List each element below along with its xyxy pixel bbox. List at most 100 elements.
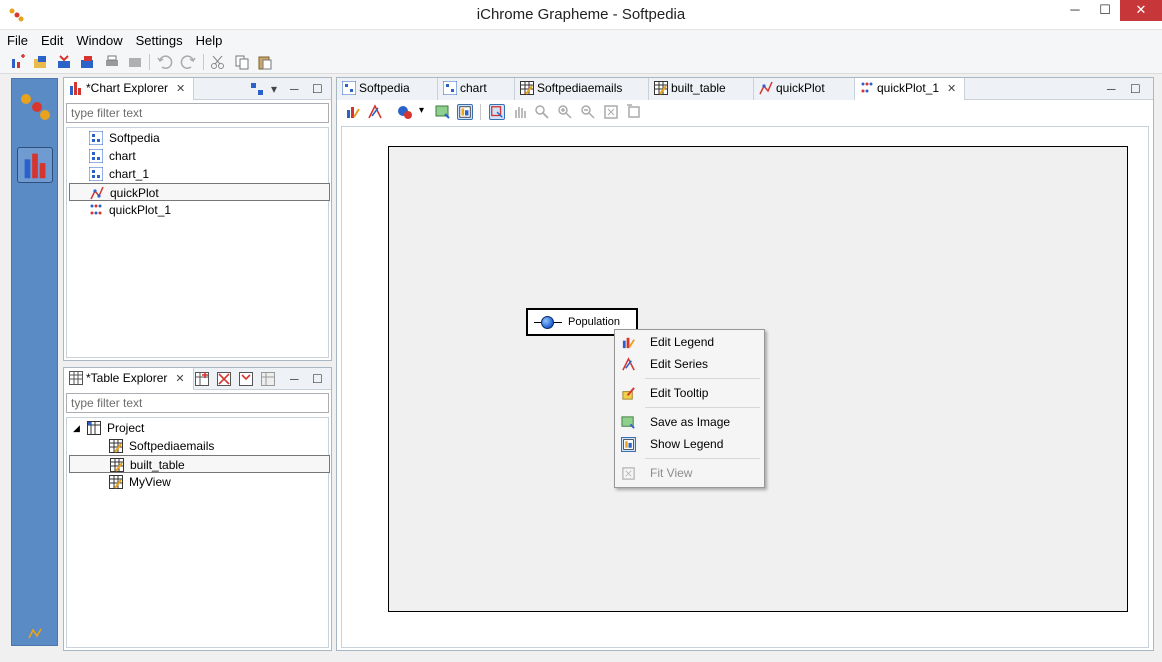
tree-item-label: built_table	[130, 458, 185, 472]
perspective-add-icon[interactable]	[28, 627, 42, 639]
cut-icon[interactable]	[210, 54, 226, 70]
tab-softpediaemails[interactable]: Softpediaemails	[515, 78, 649, 100]
context-menu: Edit Legend Edit Series Edit Tooltip Sav…	[614, 329, 765, 488]
chevron-down-icon[interactable]: ▾	[271, 82, 277, 96]
bar-chart-icon	[70, 82, 81, 95]
close-tab-icon[interactable]: ✕	[947, 83, 956, 95]
show-legend-icon	[621, 437, 636, 452]
tab-table-explorer[interactable]: *Table Explorer ✕	[64, 368, 194, 390]
minimize-button[interactable]: ─	[1060, 0, 1090, 21]
minimize-view-icon[interactable]: ─	[290, 372, 299, 386]
print-preview-icon[interactable]	[127, 54, 143, 70]
tree-item-project[interactable]: ◢ Project	[73, 419, 313, 437]
table-explorer-header: *Table Explorer ✕ ─ ☐	[64, 368, 331, 390]
delete-table-icon[interactable]	[217, 372, 231, 386]
tab-label: Softpedia	[359, 81, 410, 95]
close-tab-icon[interactable]: ✕	[175, 373, 184, 385]
import-icon[interactable]	[56, 54, 72, 70]
edit-legend-icon	[622, 337, 635, 349]
menu-settings[interactable]: Settings	[129, 30, 189, 48]
chart-item-icon	[89, 149, 103, 163]
graph-perspective-icon[interactable]	[17, 89, 53, 125]
export-icon[interactable]	[79, 54, 95, 70]
status-bar	[0, 652, 1162, 662]
minimize-editor-icon[interactable]: ─	[1107, 82, 1116, 96]
close-button[interactable]: ✕	[1120, 0, 1162, 21]
maximize-view-icon[interactable]: ☐	[312, 82, 323, 96]
table-item-icon	[109, 439, 123, 453]
zoom-icon[interactable]	[534, 104, 550, 120]
pan-hand-icon[interactable]	[512, 104, 528, 120]
expand-triangle-icon[interactable]: ◢	[73, 419, 80, 437]
tab-label: quickPlot_1	[877, 81, 940, 95]
chevron-down-icon[interactable]: ▾	[419, 105, 424, 116]
redo-icon[interactable]	[180, 54, 196, 70]
reset-view-icon[interactable]	[626, 104, 642, 120]
chart-perspective-icon[interactable]	[17, 147, 53, 183]
paste-icon[interactable]	[257, 54, 273, 70]
maximize-button[interactable]: ☐	[1090, 0, 1120, 21]
menu-item-save-as-image[interactable]: Save as Image	[617, 411, 762, 433]
tree-item-quickplot-1[interactable]: quickPlot_1	[89, 201, 329, 219]
show-legend-icon[interactable]	[457, 104, 473, 120]
menu-item-edit-legend[interactable]: Edit Legend	[617, 331, 762, 353]
tree-item-chart-1[interactable]: chart_1	[89, 165, 329, 183]
tree-item-myview[interactable]: MyView	[109, 473, 329, 491]
fit-view-icon[interactable]	[603, 104, 619, 120]
main-toolbar	[0, 50, 1162, 74]
menu-separator	[645, 407, 760, 408]
chart-explorer-panel: *Chart Explorer ✕ ▾ ─ ☐ type filter text …	[63, 77, 332, 361]
tree-item-built-table[interactable]: built_table	[69, 455, 330, 473]
close-tab-icon[interactable]: ✕	[176, 83, 185, 95]
tab-chart[interactable]: chart	[438, 78, 515, 100]
table-properties-icon[interactable]	[261, 372, 275, 386]
menu-item-label: Show Legend	[650, 437, 724, 451]
tree-item-quickplot[interactable]: quickPlot	[69, 183, 330, 201]
open-icon[interactable]	[33, 54, 49, 70]
tab-chart-explorer[interactable]: *Chart Explorer ✕	[64, 78, 195, 100]
tab-quickplot[interactable]: quickPlot	[754, 78, 855, 100]
print-icon[interactable]	[104, 54, 120, 70]
tree-item-label: quickPlot	[110, 186, 159, 200]
menu-item-fit-view[interactable]: Fit View	[617, 462, 762, 484]
legend-marker	[541, 316, 554, 329]
menu-item-edit-tooltip[interactable]: Edit Tooltip	[617, 382, 762, 404]
tab-built-table[interactable]: built_table	[649, 78, 754, 100]
menu-item-show-legend[interactable]: Show Legend	[617, 433, 762, 455]
copy-icon[interactable]	[234, 54, 250, 70]
new-chart-icon[interactable]	[10, 54, 26, 70]
select-mode-icon[interactable]	[489, 104, 505, 120]
minimize-view-icon[interactable]: ─	[290, 82, 299, 96]
quickplot-icon	[759, 81, 773, 95]
import-table-icon[interactable]	[239, 372, 253, 386]
tree-item-chart[interactable]: chart	[89, 147, 329, 165]
menu-file[interactable]: File	[0, 30, 34, 48]
add-table-icon[interactable]	[195, 372, 209, 386]
title-bar: iChrome Grapheme - Softpedia ─ ☐ ✕	[0, 0, 1162, 30]
save-image-icon[interactable]	[435, 104, 451, 120]
chart-filter-input[interactable]: type filter text	[66, 103, 329, 123]
edit-series-icon[interactable]	[367, 104, 383, 120]
view-menu-icon[interactable]	[250, 82, 264, 96]
zoom-in-icon[interactable]	[557, 104, 573, 120]
tree-item-softpediaemails[interactable]: Softpediaemails	[109, 437, 329, 455]
tab-softpedia[interactable]: Softpedia	[337, 78, 438, 100]
series-color-icon[interactable]	[397, 104, 413, 120]
undo-icon[interactable]	[157, 54, 173, 70]
edit-series-icon	[622, 357, 635, 371]
tab-label: quickPlot	[776, 81, 825, 95]
maximize-editor-icon[interactable]: ☐	[1130, 82, 1141, 96]
menu-item-edit-series[interactable]: Edit Series	[617, 353, 762, 375]
table-filter-input[interactable]: type filter text	[66, 393, 329, 413]
menu-edit[interactable]: Edit	[34, 30, 69, 48]
maximize-view-icon[interactable]: ☐	[312, 372, 323, 386]
chart-item-icon	[443, 81, 457, 95]
menu-window[interactable]: Window	[69, 30, 128, 48]
tab-quickplot-1[interactable]: quickPlot_1 ✕	[855, 78, 965, 100]
menu-help[interactable]: Help	[189, 30, 229, 48]
tree-item-softpedia[interactable]: Softpedia	[89, 129, 329, 147]
tab-label: chart	[460, 81, 487, 95]
edit-legend-icon[interactable]	[345, 104, 361, 120]
chart-item-icon	[89, 167, 103, 181]
zoom-out-icon[interactable]	[580, 104, 596, 120]
